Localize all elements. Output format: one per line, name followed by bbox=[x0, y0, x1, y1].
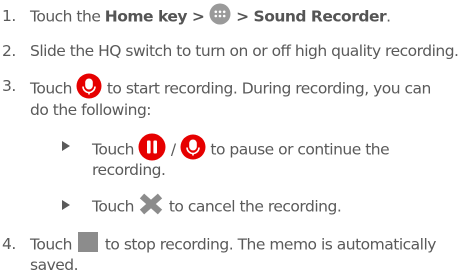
step-text: Touch the Home key > > Sound Recorder. bbox=[30, 3, 391, 28]
pause-icon bbox=[138, 133, 166, 161]
microphone-record-icon bbox=[76, 73, 102, 99]
step-4-continued: saved. bbox=[30, 256, 79, 274]
step-text: Slide the HQ switch to turn on or off hi… bbox=[30, 42, 459, 60]
step-text: Touch to stop recording. The memo is aut… bbox=[30, 232, 436, 256]
bullet-cancel: Touch to cancel the recording. bbox=[92, 193, 342, 219]
instructions-page: 1. Touch the Home key > > Sound Recorder… bbox=[0, 0, 461, 274]
home-key-label: Home bbox=[104, 7, 154, 26]
step-3-continued: do the following: bbox=[30, 101, 152, 119]
step-number: 1. bbox=[2, 7, 16, 25]
microphone-record-icon bbox=[180, 134, 206, 160]
sound-recorder-label: Sound Recorder bbox=[253, 7, 387, 26]
apps-grid-icon bbox=[209, 3, 231, 25]
bullet-pause-continue-continued: recording. bbox=[92, 161, 166, 179]
step-text: Touch to start recording. During recordi… bbox=[30, 73, 431, 102]
stop-square-icon bbox=[78, 232, 99, 252]
triangle-bullet-icon bbox=[62, 200, 70, 210]
step-number: 3. bbox=[2, 77, 16, 95]
cancel-x-icon bbox=[140, 193, 163, 215]
triangle-bullet-icon bbox=[62, 141, 70, 151]
step-number: 4. bbox=[2, 235, 16, 253]
step-number: 2. bbox=[2, 42, 16, 60]
